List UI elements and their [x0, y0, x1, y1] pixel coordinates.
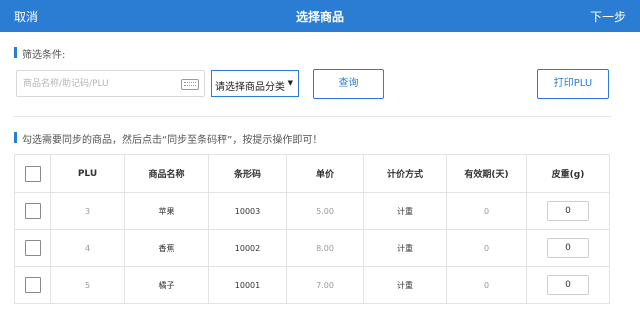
pricing-cell: 计重 [363, 229, 447, 267]
table-row[interactable]: 4 香蕉 10002 8.00 计重 0 0 [14, 229, 610, 267]
print-plu-button[interactable]: 打印PLU [537, 69, 609, 99]
price-cell: 8.00 [286, 229, 364, 267]
tare-input[interactable]: 0 [547, 275, 589, 295]
validity-cell: 0 [446, 229, 527, 267]
price-cell: 7.00 [286, 266, 364, 304]
table-row[interactable]: 3 苹果 10003 5.00 计重 0 0 [14, 192, 610, 230]
category-select-value: 请选择商品分类 [215, 82, 285, 93]
filter-section-label: 筛选条件: [14, 46, 65, 61]
caret-down-icon: ▼ [287, 79, 293, 87]
product-table: PLU 商品名称 条形码 单价 计价方式 有效期(天) 皮重(g) 3 苹果 1… [14, 154, 610, 304]
pricing-cell: 计重 [363, 192, 447, 230]
category-select[interactable]: 请选择商品分类 ▼ [211, 70, 299, 97]
row-checkbox[interactable] [24, 240, 41, 256]
pricing-cell: 计重 [363, 266, 447, 304]
table-header-row: PLU 商品名称 条形码 单价 计价方式 有效期(天) 皮重(g) [14, 154, 610, 193]
search-field[interactable] [16, 70, 205, 97]
search-input[interactable] [23, 75, 173, 93]
keyboard-icon[interactable] [181, 79, 199, 90]
row-checkbox[interactable] [24, 203, 41, 219]
column-header-validity: 有效期(天) [446, 154, 527, 193]
divider [14, 116, 612, 117]
column-header-plu: PLU [50, 154, 125, 193]
validity-cell: 0 [446, 192, 527, 230]
tare-cell: 0 [526, 192, 610, 230]
column-header-price: 单价 [286, 154, 364, 193]
next-step-button[interactable]: 下一步 [590, 8, 626, 25]
column-header-tare: 皮重(g) [526, 154, 610, 193]
name-cell: 苹果 [124, 192, 209, 230]
barcode-cell: 10003 [208, 192, 287, 230]
tare-cell: 0 [526, 266, 610, 304]
column-header-pricing: 计价方式 [363, 154, 447, 193]
barcode-cell: 10002 [208, 229, 287, 267]
plu-cell: 3 [50, 192, 125, 230]
name-cell: 香蕉 [124, 229, 209, 267]
name-cell: 橘子 [124, 266, 209, 304]
plu-cell: 5 [50, 266, 125, 304]
column-header-barcode: 条形码 [208, 154, 287, 193]
tare-cell: 0 [526, 229, 610, 267]
table-row[interactable]: 5 橘子 10001 7.00 计重 0 0 [14, 266, 610, 304]
tare-input[interactable]: 0 [547, 201, 589, 221]
select-all-cell[interactable] [14, 154, 51, 193]
select-all-checkbox[interactable] [24, 165, 41, 182]
instruction-text: 勾选需要同步的商品，然后点击“同步至条码秤”，按提示操作即可！ [14, 131, 322, 146]
tare-input[interactable]: 0 [547, 238, 589, 258]
plu-cell: 4 [50, 229, 125, 267]
barcode-cell: 10001 [208, 266, 287, 304]
top-bar: 取消 选择商品 下一步 [0, 0, 640, 32]
validity-cell: 0 [446, 266, 527, 304]
query-button[interactable]: 查询 [313, 69, 384, 99]
row-checkbox[interactable] [24, 277, 41, 293]
price-cell: 5.00 [286, 192, 364, 230]
page-title: 选择商品 [295, 10, 344, 24]
column-header-name: 商品名称 [124, 154, 209, 193]
